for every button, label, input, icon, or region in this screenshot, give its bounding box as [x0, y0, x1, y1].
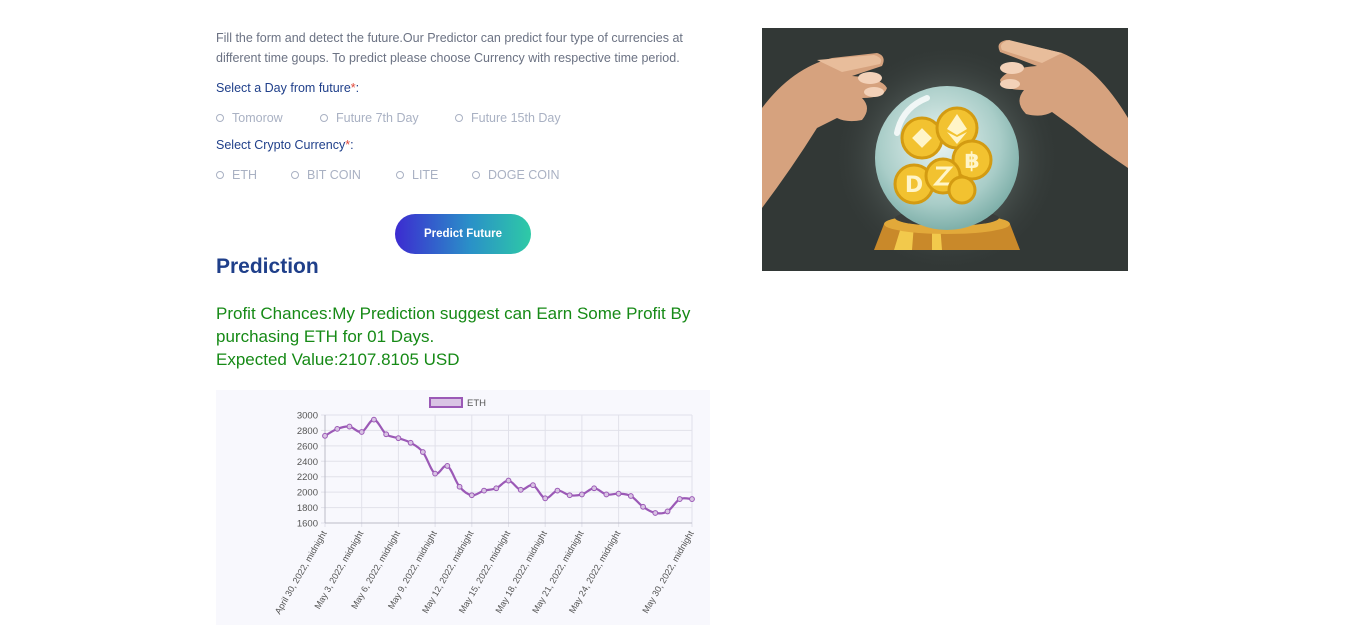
prediction-result: Profit Chances:My Prediction suggest can… — [216, 302, 716, 371]
eth-data-point — [517, 486, 524, 493]
radio-label: LITE — [412, 168, 439, 182]
radio-day-7th[interactable]: Future 7th Day — [320, 111, 419, 125]
radio-day-15th[interactable]: Future 15th Day — [455, 111, 561, 125]
eth-data-point — [579, 491, 585, 498]
radio-circle-icon[interactable] — [472, 171, 480, 179]
radio-currency-doge[interactable]: DOGE COIN — [472, 168, 560, 182]
eth-data-point — [407, 439, 414, 446]
radio-label: ETH — [232, 168, 257, 182]
radio-circle-icon[interactable] — [291, 171, 299, 179]
eth-data-point — [664, 508, 671, 515]
eth-data-point — [493, 485, 500, 492]
eth-price-chart: 1600 1800 2000 2200 2400 2600 2800 3000 April 30… — [216, 390, 710, 625]
svg-text:D: D — [905, 173, 923, 198]
eth-data-point — [627, 493, 634, 499]
day-field-label-text: Select a Day from future — [216, 81, 351, 95]
label-suffix: : — [355, 81, 360, 95]
eth-data-point — [358, 429, 365, 435]
eth-data-point — [566, 492, 573, 499]
y-tick-label: 2800 — [297, 426, 318, 437]
prediction-heading: Prediction — [216, 255, 319, 278]
radio-label: DOGE COIN — [488, 168, 560, 182]
radio-circle-icon[interactable] — [216, 171, 224, 179]
eth-data-point — [432, 470, 439, 477]
eth-data-point — [689, 496, 695, 502]
radio-currency-bitcoin[interactable]: BIT COIN — [291, 168, 361, 182]
radio-label: Future 7th Day — [336, 111, 419, 125]
y-tick-label: 3000 — [297, 411, 318, 422]
eth-data-point — [640, 503, 646, 510]
eth-data-point — [322, 432, 328, 439]
eth-data-point — [444, 463, 451, 469]
y-tick-label: 1600 — [297, 519, 318, 530]
currency-field-label-text: Select Crypto Currency — [216, 138, 346, 152]
eth-data-point — [481, 487, 487, 494]
radio-circle-icon[interactable] — [216, 114, 224, 122]
currency-field-label: Select Crypto Currency*: — [216, 138, 354, 152]
radio-label: Future 15th Day — [471, 111, 561, 125]
eth-data-point — [346, 423, 353, 430]
eth-data-point — [468, 492, 475, 499]
radio-label: Tomorow — [232, 111, 283, 125]
eth-data-point — [554, 487, 561, 494]
x-tick-label: May 30, 2022, midnight — [640, 529, 696, 615]
svg-text:฿: ฿ — [964, 149, 979, 174]
eth-data-point — [615, 490, 622, 497]
crystal-ball-illustration: ฿ D — [762, 28, 1128, 271]
eth-data-point — [591, 485, 598, 492]
eth-data-point — [456, 483, 463, 490]
chart-svg: 16001800200022002400260028003000April 30… — [273, 397, 696, 616]
y-tick-label: 2200 — [297, 472, 318, 483]
radio-day-tomorrow[interactable]: Tomorow — [216, 111, 283, 125]
predict-future-button[interactable]: Predict Future — [395, 214, 531, 254]
y-tick-label: 1800 — [297, 503, 318, 514]
crystal-ball-icon: ฿ D — [762, 40, 1128, 271]
y-tick-label: 2600 — [297, 441, 318, 452]
eth-data-point — [383, 431, 390, 438]
eth-data-point — [603, 491, 610, 498]
radio-currency-eth[interactable]: ETH — [216, 168, 257, 182]
y-tick-label: 2000 — [297, 488, 318, 499]
eth-data-point — [530, 482, 536, 489]
legend-swatch — [429, 397, 463, 408]
profit-chances-text: Profit Chances:My Prediction suggest can… — [216, 304, 691, 346]
label-suffix: : — [350, 138, 354, 152]
expected-value-text: Expected Value:2107.8105 USD — [216, 350, 460, 369]
eth-data-point — [419, 449, 426, 455]
intro-text: Fill the form and detect the future.Our … — [216, 31, 683, 65]
day-field-label: Select a Day from future*: — [216, 81, 359, 95]
legend-label: ETH — [467, 398, 486, 409]
radio-circle-icon[interactable] — [396, 171, 404, 179]
eth-data-point — [676, 496, 683, 502]
radio-circle-icon[interactable] — [455, 114, 463, 122]
eth-data-point — [505, 477, 512, 484]
eth-data-point — [542, 495, 549, 502]
eth-data-point — [652, 510, 659, 516]
radio-circle-icon[interactable] — [320, 114, 328, 122]
eth-data-point — [371, 416, 377, 423]
radio-currency-lite[interactable]: LITE — [396, 168, 438, 182]
eth-data-point — [334, 425, 341, 432]
eth-data-point — [395, 435, 402, 442]
radio-label: BIT COIN — [307, 168, 361, 182]
y-tick-label: 2400 — [297, 457, 318, 468]
